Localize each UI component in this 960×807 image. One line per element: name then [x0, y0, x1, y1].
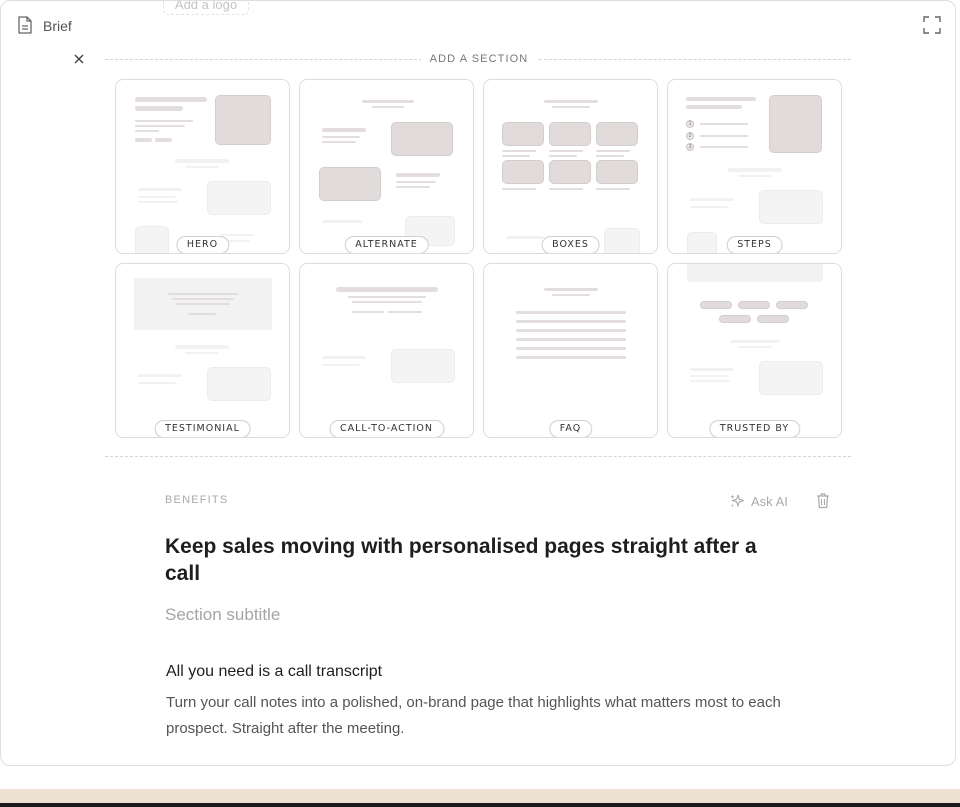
feature-title[interactable]: All you need is a call transcript — [166, 663, 382, 681]
feature-body[interactable]: Turn your call notes into a polished, on… — [166, 690, 786, 742]
template-label: HERO — [175, 236, 230, 253]
template-label: STEPS — [726, 236, 783, 253]
template-label: BOXES — [541, 236, 600, 253]
template-card-faq[interactable]: FAQ — [483, 263, 658, 438]
section-type-label: BENEFITS — [165, 494, 229, 506]
template-card-trusted-by[interactable]: TRUSTED BY — [667, 263, 842, 438]
step-number: 2 — [686, 132, 694, 140]
trash-icon[interactable] — [815, 492, 831, 509]
expand-icon[interactable] — [923, 16, 941, 34]
template-label: TRUSTED BY — [708, 420, 801, 437]
close-icon[interactable] — [71, 51, 87, 67]
template-card-call-to-action[interactable]: CALL-TO-ACTION — [299, 263, 474, 438]
sparkles-icon — [730, 494, 745, 507]
brief-title: Brief — [43, 18, 72, 34]
template-card-testimonial[interactable]: TESTIMONIAL — [115, 263, 290, 438]
background-strip — [0, 789, 960, 803]
section-title[interactable]: Keep sales moving with personalised page… — [165, 533, 765, 587]
template-card-alternate[interactable]: ALTERNATE — [299, 79, 474, 254]
add-section-heading: ADD A SECTION — [421, 53, 537, 65]
brief-panel: Brief Add a logo ADD A SECTION HERO ALTE… — [0, 0, 956, 766]
template-label: TESTIMONIAL — [154, 420, 251, 437]
document-icon — [18, 16, 32, 34]
template-label: ALTERNATE — [344, 236, 429, 253]
template-card-hero[interactable]: HERO — [115, 79, 290, 254]
ask-ai-label: Ask AI — [751, 493, 788, 509]
template-label: CALL-TO-ACTION — [328, 420, 445, 437]
step-number: 1 — [686, 120, 694, 128]
divider — [105, 456, 851, 457]
template-card-boxes[interactable]: BOXES — [483, 79, 658, 254]
topbar: Brief Add a logo — [1, 1, 955, 51]
ask-ai-button[interactable]: Ask AI — [729, 492, 788, 510]
screen-edge — [0, 803, 960, 807]
template-label: FAQ — [548, 420, 593, 437]
add-logo-button[interactable]: Add a logo — [163, 1, 249, 15]
template-card-steps[interactable]: 1 2 3 STEPS — [667, 79, 842, 254]
step-number: 3 — [686, 143, 694, 151]
section-subtitle[interactable]: Section subtitle — [165, 605, 565, 625]
